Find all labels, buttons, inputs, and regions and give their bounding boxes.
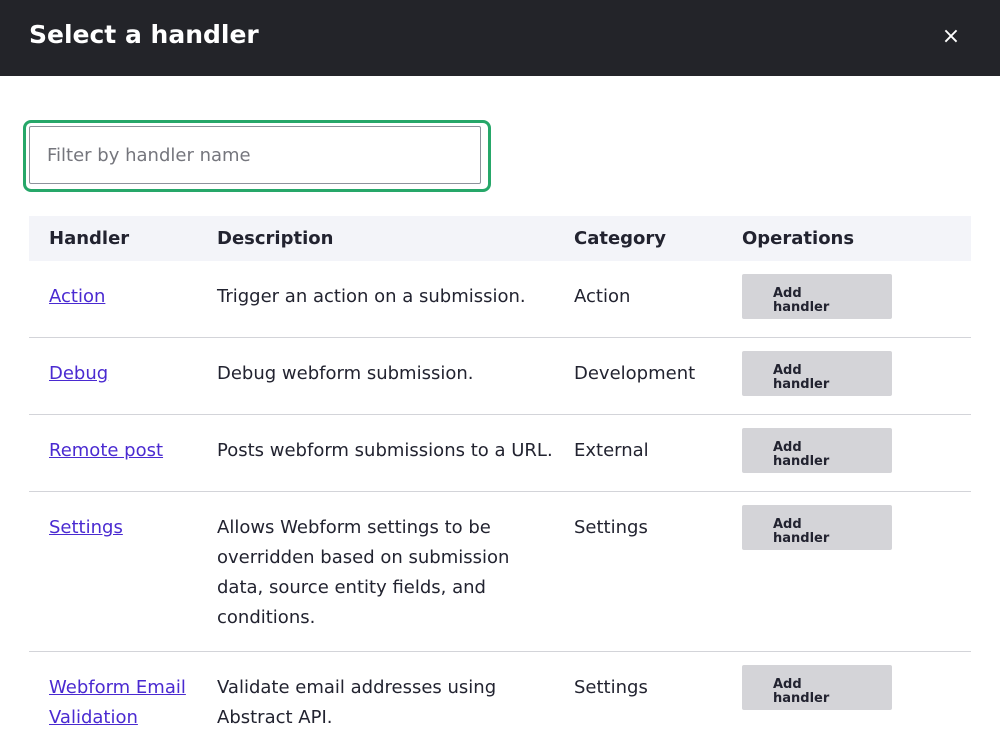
category-cell: External [554, 414, 722, 492]
category-cell: Settings [574, 677, 648, 698]
table-row: Webform Email Validation Validate email … [29, 652, 971, 742]
handlers-table: Handler Description Category Operations … [29, 216, 971, 742]
description-cell: Trigger an action on a submission. [197, 261, 554, 338]
column-header-category: Category [554, 216, 722, 261]
column-header-operations: Operations [722, 216, 971, 261]
handler-link-remote-post[interactable]: Remote post [49, 440, 163, 461]
operations-cell: Add handler [722, 261, 971, 338]
column-header-handler: Handler [29, 216, 197, 261]
column-header-description: Description [197, 216, 554, 261]
operations-cell: Add handler [722, 337, 971, 415]
handler-cell: Webform Email Validation [29, 652, 197, 742]
category-cell: Action [554, 261, 722, 338]
add-handler-button-remote-post[interactable]: Add handler [742, 428, 892, 473]
table-header-row: Handler Description Category Operations [29, 216, 971, 261]
category-cell: Settings [554, 491, 722, 652]
add-handler-button-label: Add handler [773, 285, 830, 315]
category-cell: Development [554, 337, 722, 415]
handler-link-debug[interactable]: Debug [49, 363, 108, 384]
add-handler-button-webform-email-validation[interactable]: Add handler [742, 665, 892, 710]
select-handler-dialog: Select a handler × Handler Description C… [0, 0, 1000, 742]
add-handler-button-label: Add handler [773, 362, 830, 392]
operations-cell: Add handler [722, 491, 971, 652]
add-handler-button-debug[interactable]: Add handler [742, 351, 892, 396]
add-handler-button-label: Add handler [773, 676, 830, 706]
description-cell: Validate email addresses using Abstract … [217, 677, 497, 728]
handler-link-settings[interactable]: Settings [49, 517, 123, 538]
description-cell: Allows Webform settings to be overridden… [197, 491, 554, 652]
dialog-titlebar: Select a handler × [0, 0, 1000, 76]
description-cell: Posts webform submissions to a URL. [197, 414, 554, 492]
table-row: Settings Allows Webform settings to be o… [29, 491, 971, 652]
table-row: Remote post Posts webform submissions to… [29, 414, 971, 492]
handler-cell: Remote post [29, 414, 197, 492]
handler-cell: Action [29, 261, 197, 338]
table-row: Action Trigger an action on a submission… [29, 261, 971, 338]
handler-link-action[interactable]: Action [49, 286, 105, 307]
add-handler-button-label: Add handler [773, 439, 830, 469]
close-icon[interactable]: × [934, 20, 968, 54]
add-handler-button-action[interactable]: Add handler [742, 274, 892, 319]
operations-cell: Add handler [722, 652, 971, 742]
operations-cell: Add handler [722, 414, 971, 492]
handler-cell: Settings [29, 491, 197, 652]
add-handler-button-settings[interactable]: Add handler [742, 505, 892, 550]
filter-input[interactable] [29, 126, 481, 184]
handler-link-webform-email-validation[interactable]: Webform Email Validation [49, 677, 186, 728]
add-handler-button-label: Add handler [773, 516, 830, 546]
handler-cell: Debug [29, 337, 197, 415]
dialog-title: Select a handler [29, 20, 259, 49]
table-row: Debug Debug webform submission. Developm… [29, 337, 971, 415]
description-cell: Debug webform submission. [197, 337, 554, 415]
filter-focus-ring [23, 120, 491, 192]
